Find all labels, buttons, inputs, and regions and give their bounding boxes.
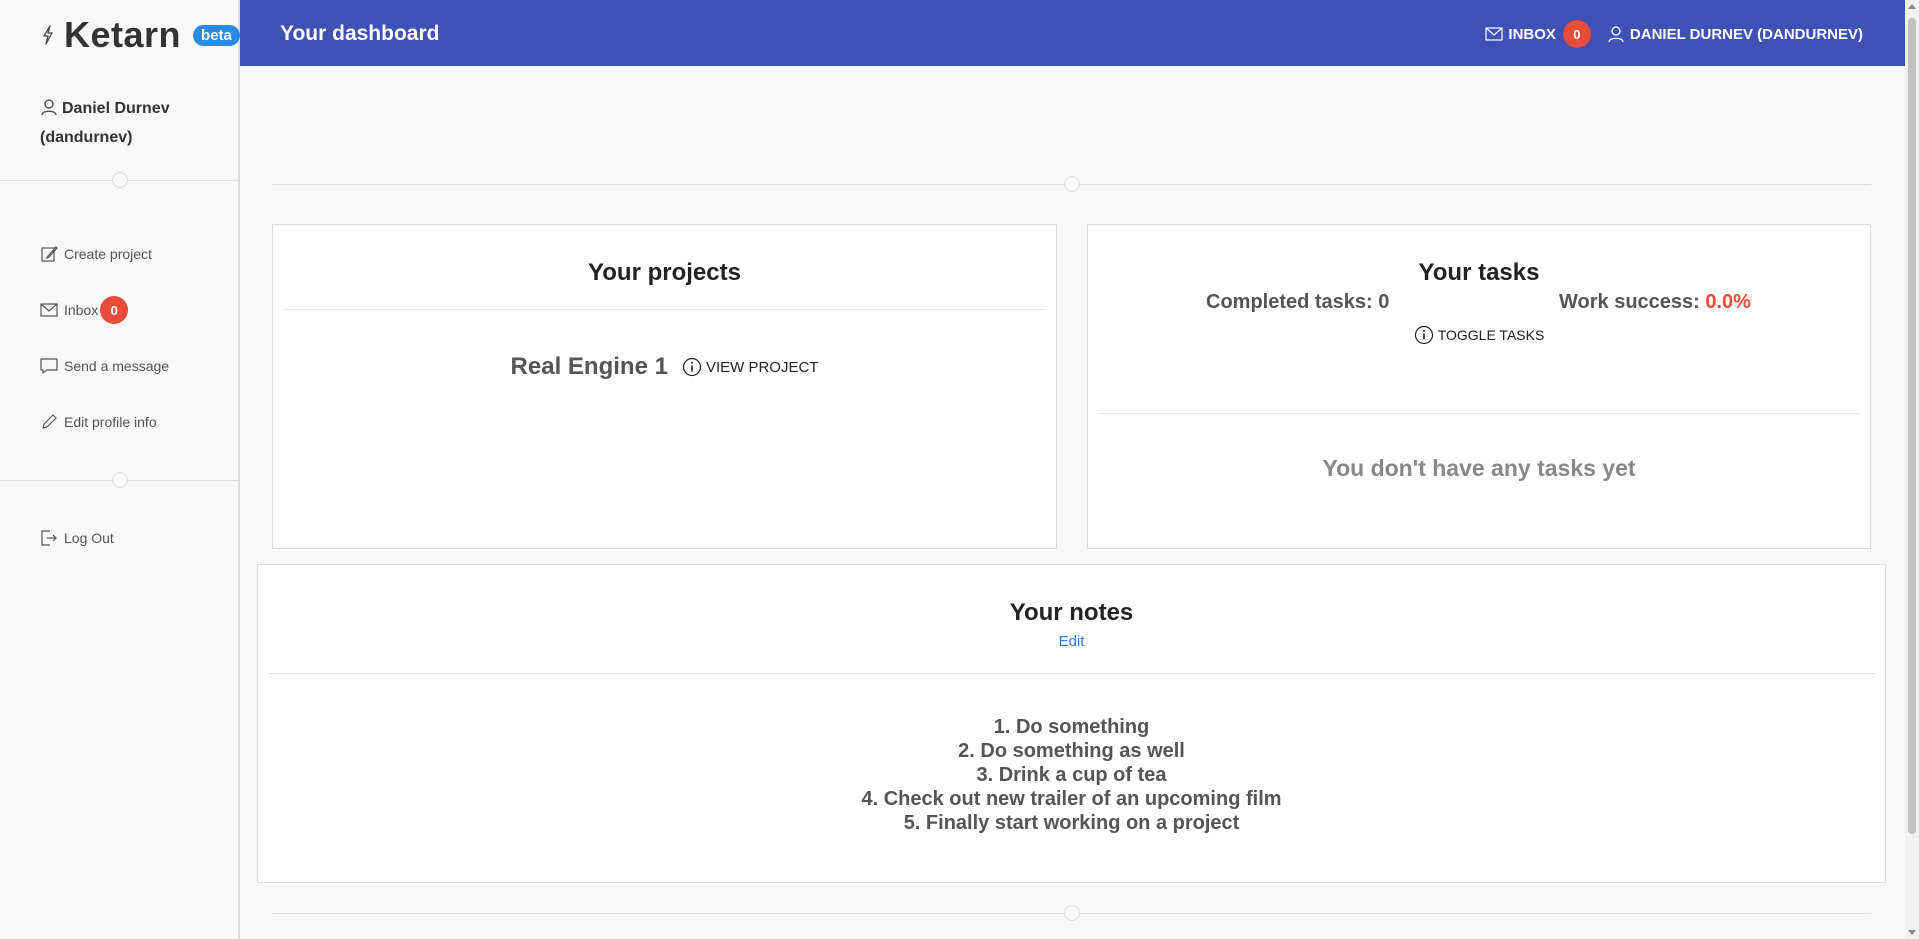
projects-title: Your projects: [588, 259, 741, 286]
edit-notes-link[interactable]: Edit: [258, 633, 1885, 650]
sidebar-divider: [0, 172, 238, 188]
logout-label: Log Out: [64, 530, 114, 546]
inbox-count-badge: 0: [100, 296, 129, 324]
bolt-icon: [43, 25, 53, 45]
work-success: Work success: 0.0%: [1559, 291, 1751, 314]
toggle-tasks-label: TOGGLE TASKS: [1437, 327, 1545, 343]
sidebar: Ketarn beta Daniel Durnev (dandurnev) Cr…: [0, 0, 240, 939]
sidebar-menu: Create project Inbox 0 Send a message Ed…: [40, 226, 169, 450]
top-bar-actions: INBOX 0 DANIEL DURNEV (DANDURNEV): [1485, 20, 1863, 48]
tasks-title: Your tasks: [1418, 259, 1540, 286]
edit-icon: [41, 246, 58, 262]
project-row: Real Engine 1 VIEW PROJECT: [273, 353, 1056, 381]
user-menu[interactable]: DANIEL DURNEV (DANDURNEV): [1607, 25, 1863, 43]
list-item: 2. Do something as well: [958, 740, 1185, 762]
tasks-card: Your tasks Completed tasks: 0 Work succe…: [1087, 224, 1871, 549]
sidebar-item-label: Inbox: [64, 302, 99, 318]
logout-icon: [41, 530, 57, 546]
main-divider: [272, 905, 1871, 921]
inbox-link[interactable]: INBOX 0: [1485, 20, 1591, 48]
user-icon: [1608, 26, 1624, 43]
page-scrollbar[interactable]: [1905, 0, 1919, 939]
sidebar-item-label: Edit profile info: [64, 414, 157, 430]
sidebar-item-label: Send a message: [64, 358, 170, 374]
view-project-label: VIEW PROJECT: [705, 358, 819, 376]
mail-icon: [40, 303, 58, 317]
scroll-down-icon[interactable]: [1908, 930, 1916, 935]
top-bar: Your dashboard INBOX 0 DANIEL DURNEV (DA…: [240, 0, 1905, 66]
notes-list: 1. Do something 2. Do something as well …: [258, 715, 1885, 835]
brand-name: Ketarn: [64, 14, 182, 55]
user-icon: [41, 99, 57, 116]
toggle-tasks-button[interactable]: TOGGLE TASKS: [1088, 325, 1870, 345]
work-success-label: Work success:: [1559, 291, 1700, 313]
list-item: 3. Drink a cup of tea: [976, 764, 1167, 786]
pencil-icon: [42, 414, 57, 429]
completed-tasks: Completed tasks: 0: [1206, 291, 1390, 313]
info-icon: [682, 357, 702, 377]
info-icon: [1414, 325, 1433, 345]
inbox-label: INBOX: [1508, 25, 1556, 43]
user-label: DANIEL DURNEV (DANDURNEV): [1629, 25, 1863, 43]
projects-card: Your projects Real Engine 1 VIEW PROJECT: [272, 224, 1057, 549]
page-title: Your dashboard: [280, 22, 440, 45]
sidebar-user-name: Daniel Durnev (dandurnev): [40, 100, 170, 146]
sidebar-divider: [0, 472, 238, 488]
inbox-count-badge: 0: [1562, 20, 1591, 48]
notes-card: Your notes Edit 1. Do something 2. Do so…: [257, 564, 1886, 883]
logout-button[interactable]: Log Out: [40, 510, 114, 566]
sidebar-item-edit-profile[interactable]: Edit profile info: [40, 394, 169, 450]
project-name: Real Engine 1: [510, 353, 668, 380]
sidebar-user[interactable]: Daniel Durnev (dandurnev): [40, 94, 230, 152]
sidebar-item-label: Create project: [64, 246, 152, 262]
chat-icon: [40, 358, 58, 374]
list-item: 1. Do something: [993, 716, 1150, 738]
main-divider: [272, 176, 1871, 192]
notes-title: Your notes: [1009, 599, 1134, 626]
work-success-value: 0.0%: [1705, 291, 1751, 313]
brand[interactable]: Ketarn beta: [40, 14, 240, 56]
sidebar-logout-wrap: Log Out: [40, 510, 114, 566]
mail-icon: [1485, 27, 1504, 41]
list-item: 5. Finally start working on a project: [903, 812, 1240, 834]
sidebar-item-inbox[interactable]: Inbox 0: [40, 282, 169, 338]
beta-badge: beta: [193, 24, 240, 46]
sidebar-item-create-project[interactable]: Create project: [40, 226, 169, 282]
view-project-button[interactable]: VIEW PROJECT: [682, 357, 819, 377]
scrollbar-thumb[interactable]: [1908, 18, 1916, 834]
scroll-up-icon[interactable]: [1908, 4, 1916, 9]
list-item: 4. Check out new trailer of an upcoming …: [861, 788, 1282, 810]
sidebar-item-send-message[interactable]: Send a message: [40, 338, 169, 394]
empty-tasks-message: You don't have any tasks yet: [1322, 455, 1636, 481]
